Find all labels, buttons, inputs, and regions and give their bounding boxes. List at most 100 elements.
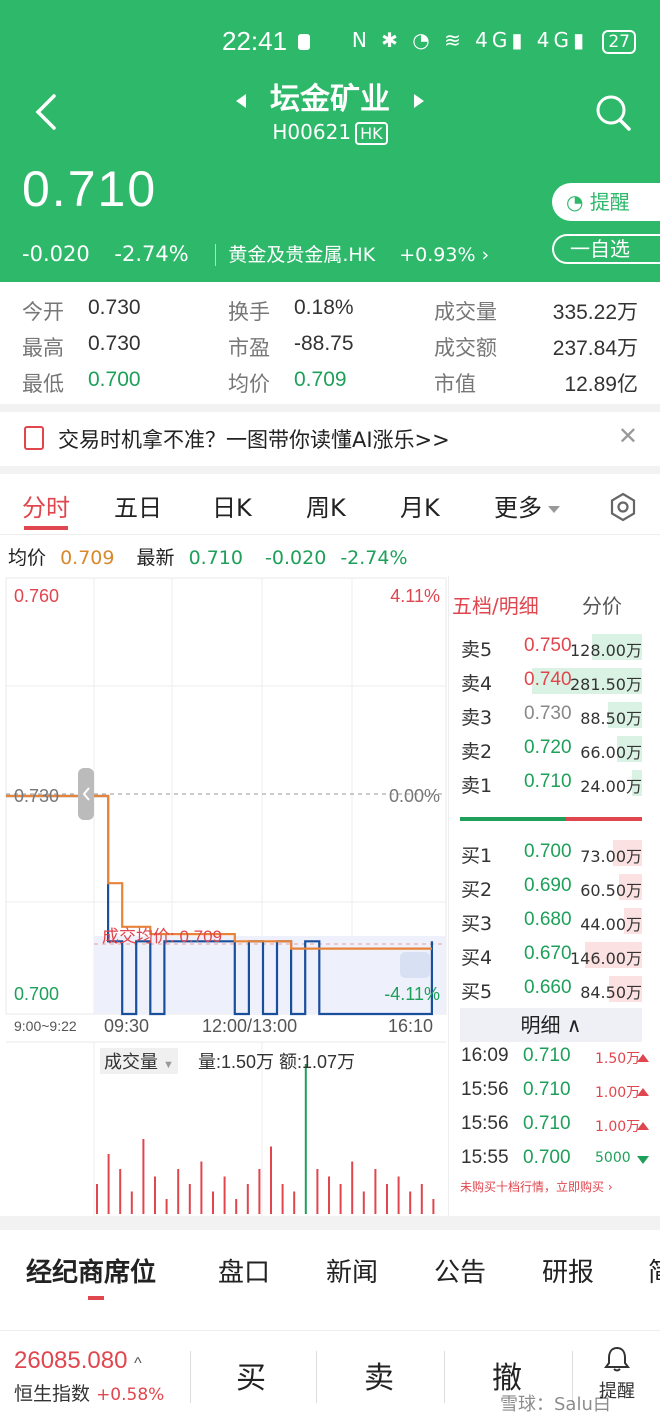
volume-bar <box>362 1191 365 1214</box>
avg-label: 均价 <box>8 547 47 569</box>
stat-label-pe: 市盈 <box>228 336 270 360</box>
collapse-handle[interactable] <box>78 768 94 820</box>
bid-row[interactable]: 买4 0.670 146.00万 <box>448 940 660 970</box>
ask-row[interactable]: 卖4 0.740 281.50万 <box>448 666 660 696</box>
close-icon[interactable]: ✕ <box>618 422 638 450</box>
tick-volume: 5000 <box>595 1150 631 1166</box>
pct-label-low: -4.11% <box>384 984 440 1004</box>
sector-link[interactable]: 黄金及贵金属.HK +0.93% › <box>215 244 508 266</box>
volume-bars <box>96 1064 435 1214</box>
ask-row[interactable]: 卖2 0.720 66.00万 <box>448 734 660 764</box>
tab-price-distribution[interactable]: 分价 <box>582 590 622 619</box>
bid-price: 0.700 <box>524 841 572 862</box>
sell-button[interactable]: 卖 <box>364 1353 394 1397</box>
tab-five-day[interactable]: 五日 <box>114 488 162 523</box>
arrow-up-icon <box>637 1122 649 1130</box>
ask-ratio <box>460 817 566 821</box>
crosshair-icon[interactable] <box>400 952 430 978</box>
document-icon <box>24 426 44 450</box>
tick-volume: 1.00万 <box>595 1085 641 1101</box>
volume-bar <box>420 1184 423 1214</box>
stat-label-marketcap: 市值 <box>434 372 476 396</box>
tick-time: 16:09 <box>461 1045 509 1066</box>
ask-row[interactable]: 卖5 0.750 128.00万 <box>448 632 660 662</box>
ask-volume: 88.50万 <box>580 709 642 728</box>
divider <box>0 466 660 474</box>
tab-announcements[interactable]: 公告 <box>434 1252 486 1289</box>
bid-volume: 60.50万 <box>580 881 642 900</box>
chevron-up-icon: ^ <box>134 1355 142 1372</box>
tick-price: 0.710 <box>523 1079 571 1100</box>
tick-time: 15:56 <box>461 1079 509 1100</box>
bid-row[interactable]: 买1 0.700 73.00万 <box>448 838 660 868</box>
next-stock-icon[interactable] <box>414 94 424 108</box>
remind-button[interactable]: ◔ 提醒 <box>552 183 660 221</box>
bid-row[interactable]: 买3 0.680 44.00万 <box>448 906 660 936</box>
divider <box>316 1351 317 1403</box>
avg-value: 0.709 <box>60 547 115 569</box>
buy-button[interactable]: 买 <box>236 1353 266 1397</box>
volume-indicator-select[interactable]: 成交量 ▼ <box>100 1048 178 1074</box>
index-value-number: 26085.080 <box>14 1347 128 1374</box>
tab-daily-k[interactable]: 日K <box>212 488 252 523</box>
current-price: 0.710 <box>22 161 158 217</box>
sector-change: +0.93% › <box>399 244 490 266</box>
tab-order-panel[interactable]: 盘口 <box>218 1252 270 1289</box>
detail-toggle[interactable]: 明细 ∧ <box>460 1008 642 1042</box>
intraday-chart-svg <box>5 577 447 1216</box>
volume-bar <box>200 1161 203 1214</box>
ask-volume: 128.00万 <box>570 641 642 660</box>
stat-value-avg: 0.709 <box>294 368 347 391</box>
tab-broker-seats[interactable]: 经纪商席位 <box>26 1252 156 1289</box>
index-value: 26085.080 ^ <box>14 1347 142 1375</box>
tab-monthly-k[interactable]: 月K <box>400 488 440 523</box>
settings-icon[interactable] <box>608 492 638 522</box>
ask-level-label: 卖4 <box>461 673 493 695</box>
stat-label-open: 今开 <box>22 300 64 324</box>
order-book: 五档/明细 分价 卖5 0.750 128.00万 卖4 0.740 281.50万 卖3 0… <box>448 576 660 1216</box>
ask-level-label: 卖2 <box>461 741 493 763</box>
volume-bar <box>142 1139 145 1214</box>
search-icon[interactable] <box>594 92 632 132</box>
upgrade-link[interactable]: 未购买十档行情，立即购买 › <box>460 1178 650 1195</box>
tab-weekly-k[interactable]: 周K <box>306 488 346 523</box>
back-arrow-icon[interactable] <box>30 92 62 132</box>
x-tick-label: 9:00~9:22 <box>14 1018 77 1034</box>
price-summary-row: 均价 0.709 最新 0.710 -0.020 -2.74% <box>8 543 416 570</box>
bid-row[interactable]: 买2 0.690 60.50万 <box>448 872 660 902</box>
bid-price: 0.660 <box>524 977 572 998</box>
ask-price: 0.740 <box>524 669 572 690</box>
tab-news[interactable]: 新闻 <box>326 1252 378 1289</box>
x-tick-label: 09:30 <box>104 1016 150 1036</box>
price-change: -0.020 <box>22 242 90 266</box>
tab-research[interactable]: 研报 <box>542 1252 594 1289</box>
stat-value-pe: -88.75 <box>294 332 354 355</box>
tab-order-book[interactable]: 五档/明细 <box>452 590 539 619</box>
tab-more[interactable]: 更多 <box>494 488 560 523</box>
change-row: -0.020 -2.74% 黄金及贵金属.HK +0.93% › <box>22 240 525 267</box>
ask-volume: 281.50万 <box>570 675 642 694</box>
bid-level-label: 买1 <box>461 845 493 867</box>
ask-volume: 24.00万 <box>580 777 642 796</box>
stat-label-amount: 成交额 <box>434 336 497 360</box>
ask-row[interactable]: 卖1 0.710 24.00万 <box>448 768 660 798</box>
tab-intraday[interactable]: 分时 <box>22 488 70 523</box>
add-watchlist-button[interactable]: 一自选 <box>552 234 660 264</box>
stat-value-open: 0.730 <box>88 296 141 319</box>
volume-indicator-label: 成交量 <box>104 1052 158 1072</box>
ask-level-label: 卖5 <box>461 639 493 661</box>
intraday-chart[interactable]: 0.760 4.11% 0.730 0.00% 0.700 -4.11% 成交均… <box>0 576 450 1216</box>
tick-price: 0.710 <box>523 1113 571 1134</box>
tab-overflow[interactable]: 简 <box>648 1252 660 1289</box>
prev-stock-icon[interactable] <box>236 94 246 108</box>
tick-time: 15:55 <box>461 1147 509 1168</box>
ask-level-label: 卖3 <box>461 707 493 729</box>
bid-row[interactable]: 买5 0.660 84.50万 <box>448 974 660 1004</box>
divider <box>190 1351 191 1403</box>
promo-banner[interactable]: 交易时机拿不准？一图带你读懂AI涨乐>> ✕ <box>0 414 660 464</box>
volume-bar <box>154 1176 156 1214</box>
bid-price: 0.680 <box>524 909 572 930</box>
ask-row[interactable]: 卖3 0.730 88.50万 <box>448 700 660 730</box>
volume-bar <box>270 1146 272 1214</box>
status-icons: N ✱ ◔ ≋ 4G▮ 4G▮ 27 <box>352 28 636 54</box>
